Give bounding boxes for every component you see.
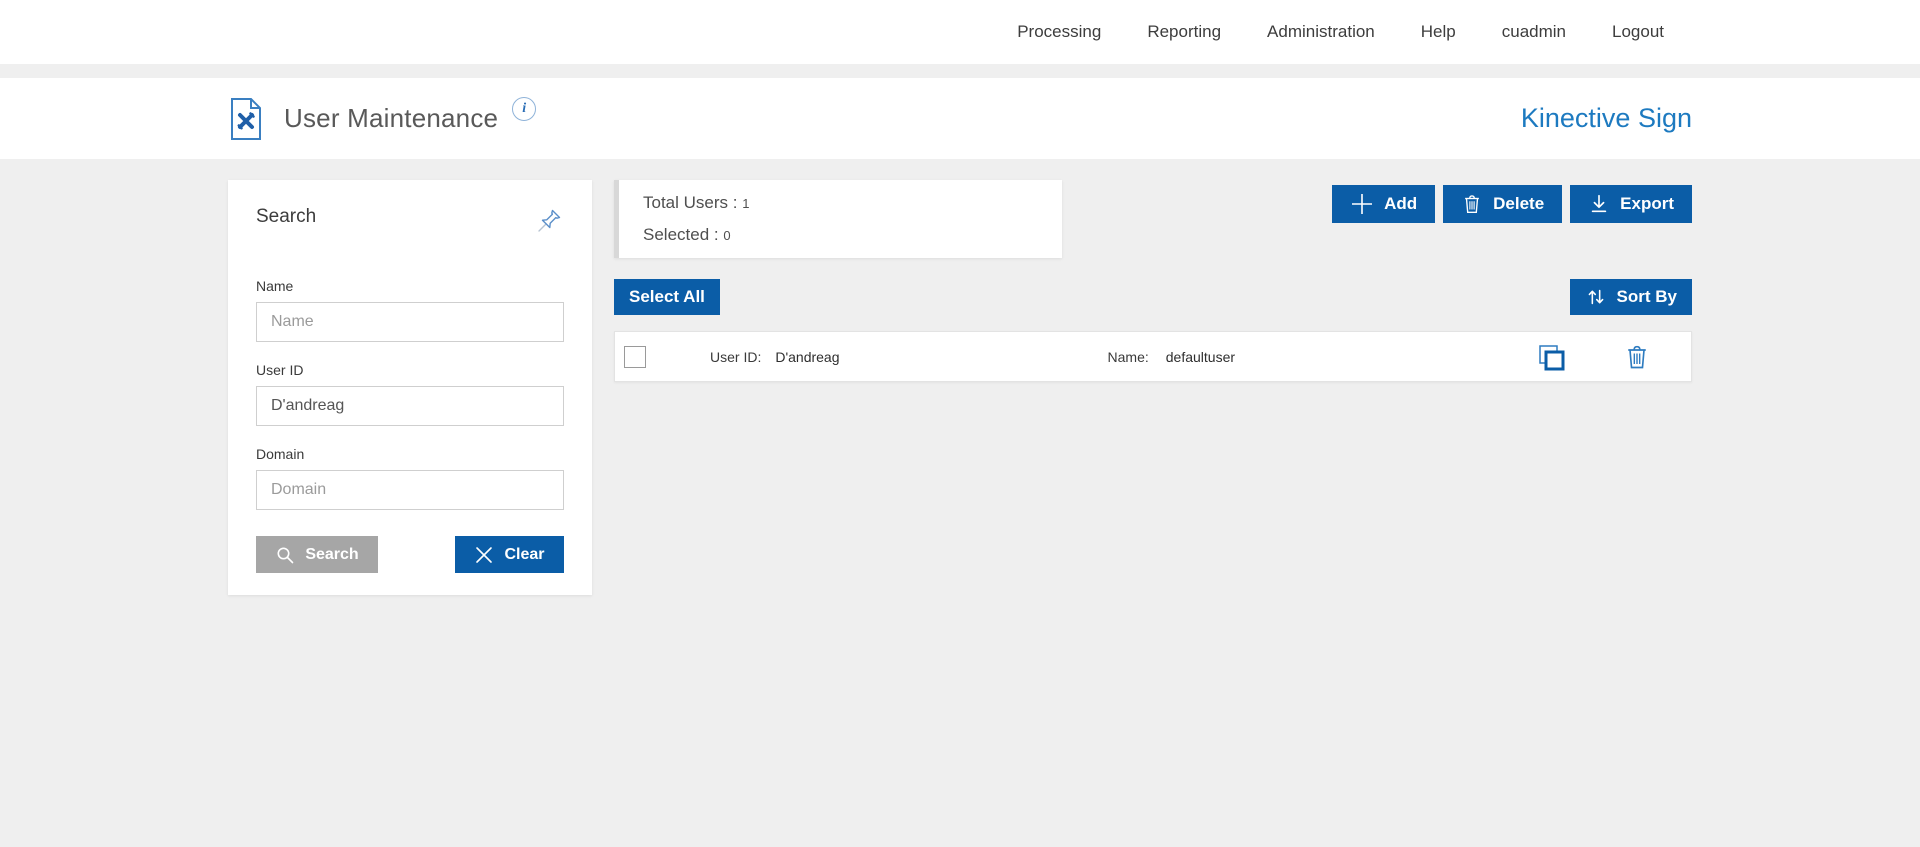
search-panel: Search Name User ID Domain — [228, 180, 592, 595]
summary-card: Total Users : 1 Selected : 0 — [614, 180, 1062, 258]
plus-icon — [1350, 192, 1374, 216]
nav-item-cuadmin[interactable]: cuadmin — [1502, 22, 1566, 42]
domain-label: Domain — [256, 446, 564, 462]
page-header: User Maintenance i Kinective Sign — [0, 78, 1920, 159]
domain-input[interactable] — [256, 470, 564, 510]
user-id-input[interactable] — [256, 386, 564, 426]
name-label: Name — [256, 278, 564, 294]
sort-arrows-icon — [1585, 286, 1607, 308]
row-name-value: defaultuser — [1166, 349, 1235, 365]
export-button-label: Export — [1620, 194, 1674, 214]
export-button[interactable]: Export — [1570, 185, 1692, 223]
nav-item-logout[interactable]: Logout — [1612, 22, 1664, 42]
total-users-value: 1 — [742, 196, 749, 211]
copy-icon[interactable] — [1535, 341, 1567, 373]
delete-button[interactable]: Delete — [1443, 185, 1562, 223]
selected-count-value: 0 — [723, 228, 730, 243]
trash-icon — [1461, 193, 1483, 215]
clear-button-label: Clear — [504, 546, 544, 564]
pin-icon[interactable] — [534, 206, 564, 236]
row-user-id-value: D'andreag — [775, 349, 839, 365]
nav-item-processing[interactable]: Processing — [1017, 22, 1101, 42]
select-all-button[interactable]: Select All — [614, 279, 720, 315]
row-user-id-label: User ID: — [710, 349, 761, 365]
user-list: User ID: D'andreag Name: defaultuser — [614, 331, 1692, 382]
download-icon — [1588, 193, 1610, 215]
user-maintenance-document-icon — [228, 97, 264, 141]
info-icon[interactable]: i — [512, 97, 536, 121]
row-delete-icon[interactable] — [1623, 343, 1651, 371]
add-button[interactable]: Add — [1332, 185, 1435, 223]
top-nav-bar: Processing Reporting Administration Help… — [0, 0, 1920, 64]
primary-nav: Processing Reporting Administration Help… — [1017, 22, 1692, 42]
name-input[interactable] — [256, 302, 564, 342]
search-button[interactable]: Search — [256, 536, 378, 573]
delete-button-label: Delete — [1493, 194, 1544, 214]
nav-item-help[interactable]: Help — [1421, 22, 1456, 42]
user-id-label: User ID — [256, 362, 564, 378]
clear-button[interactable]: Clear — [455, 536, 564, 573]
row-name-label: Name: — [1108, 349, 1149, 365]
sort-by-button-label: Sort By — [1617, 287, 1677, 307]
nav-item-administration[interactable]: Administration — [1267, 22, 1375, 42]
user-list-section: Total Users : 1 Selected : 0 Add — [614, 180, 1692, 382]
selected-count-text: Selected : 0 — [643, 225, 1038, 245]
add-button-label: Add — [1384, 194, 1417, 214]
user-row: User ID: D'andreag Name: defaultuser — [614, 331, 1692, 382]
sort-by-button[interactable]: Sort By — [1570, 279, 1692, 315]
search-panel-title: Search — [256, 206, 316, 228]
total-users-text: Total Users : 1 — [643, 193, 1038, 213]
page-title: User Maintenance — [284, 103, 498, 134]
user-row-checkbox[interactable] — [624, 346, 646, 368]
clear-x-icon — [474, 545, 494, 565]
nav-item-reporting[interactable]: Reporting — [1147, 22, 1221, 42]
brand-title: Kinective Sign — [1521, 103, 1692, 134]
search-button-label: Search — [305, 546, 358, 564]
select-all-button-label: Select All — [629, 287, 705, 307]
search-icon — [275, 545, 295, 565]
